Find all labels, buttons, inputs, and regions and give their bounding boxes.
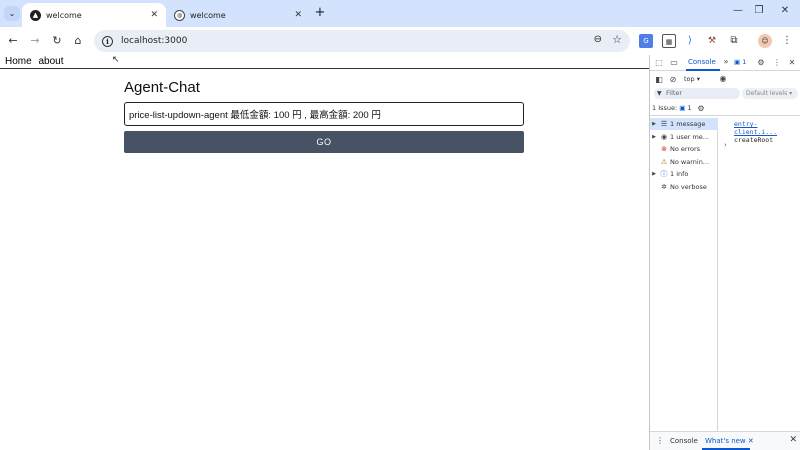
tab-active-indicator	[686, 69, 720, 71]
sidebar-item-label: 1 info	[670, 170, 689, 179]
vscode-extension-icon[interactable]: ⟩	[683, 34, 697, 48]
expand-triangle-icon: ▶	[652, 171, 656, 178]
close-window-icon[interactable]: ✕	[775, 5, 795, 16]
minimize-icon[interactable]: —	[728, 5, 748, 16]
sidebar-item-label: 1 user me...	[670, 132, 709, 141]
bug-icon: ✲	[661, 183, 667, 191]
devtools-drawer: ⋮ Console What's new ✕ ✕	[650, 431, 800, 450]
tab-welcome-active[interactable]: ▲ welcome ✕	[22, 3, 166, 27]
sidebar-item[interactable]: ✲ No verbose	[650, 181, 718, 193]
tab-title: welcome	[190, 10, 226, 20]
console-sidebar: ▶ ☰ 1 message ▶ ◉ 1 user me... ⊗ No errors ⚠ No w…	[650, 118, 718, 433]
issue-message-icon: ▣	[679, 104, 686, 112]
home-icon[interactable]: ⌂	[70, 33, 86, 49]
issues-badge-count: 1	[742, 58, 747, 66]
sidebar-item[interactable]: ⚠ No warnin...	[650, 156, 718, 168]
device-toolbar-icon[interactable]: ▭	[669, 58, 679, 67]
sidebar-item-label: No verbose	[670, 183, 707, 191]
browser-toolbar: ← → ↻ ⌂ i localhost:3000 ⊖ ☆ G ▦ ⟩ ⚒ ⧉ ☺…	[0, 27, 800, 55]
tab-title: welcome	[46, 10, 82, 20]
go-button[interactable]: GO	[124, 131, 524, 153]
extensions-puzzle-icon[interactable]: ⧉	[727, 34, 741, 48]
error-icon: ⊗	[661, 145, 667, 154]
message-icon: ▣	[734, 58, 741, 66]
agent-command-input[interactable]	[124, 102, 524, 126]
devtools-panel: ⬚ ▭ Console » ▣ 1 ⚙ ⋮ ✕ ◧ ⊘ top ▾ ◉ ▼ Fi…	[649, 55, 800, 450]
sidebar-item-label: No warnin...	[670, 157, 710, 166]
inspect-element-icon[interactable]: ⬚	[654, 58, 664, 67]
nav-link-about[interactable]: about	[38, 56, 63, 67]
drawer-menu-icon[interactable]: ⋮	[656, 436, 664, 445]
reload-icon[interactable]: ↻	[49, 33, 65, 49]
context-select[interactable]: top ▾	[684, 75, 700, 83]
bookmark-star-icon[interactable]: ☆	[612, 33, 622, 46]
devtools-menu-icon[interactable]: ⋮	[772, 58, 782, 67]
tab-welcome-inactive[interactable]: ◍ welcome ✕	[166, 3, 310, 27]
drawer-tab-console[interactable]: Console	[670, 437, 698, 445]
sidebar-item[interactable]: ▶ ◉ 1 user me...	[650, 131, 718, 143]
tab-strip: ⌄ ▲ welcome ✕ ◍ welcome ✕ + — ❐ ✕	[0, 0, 800, 27]
tab-console[interactable]: Console	[688, 58, 716, 66]
expand-arrow-icon[interactable]: ›	[724, 141, 727, 149]
console-toolbar: ◧ ⊘ top ▾ ◉	[650, 72, 800, 87]
settings-gear-icon[interactable]: ⚙	[756, 58, 766, 67]
console-filter-input[interactable]: ▼ Filter	[654, 88, 740, 99]
sidebar-item-label: 1 message	[670, 120, 706, 128]
tab-close-icon[interactable]: ✕	[294, 10, 302, 20]
console-message: createRoot	[734, 136, 774, 144]
more-tabs-icon[interactable]: »	[721, 57, 731, 66]
tab-search-button[interactable]: ⌄	[4, 6, 20, 21]
issues-bar: 1 Issue: ▣ 1 ⚙	[650, 100, 800, 116]
console-output: entry-client.i... createRoot	[734, 120, 800, 144]
browser-menu-icon[interactable]: ⋮	[780, 34, 794, 48]
issues-badge[interactable]: ▣ 1	[734, 58, 746, 66]
page-viewport: Home about ↖ Agent-Chat GO	[0, 55, 649, 450]
forward-icon[interactable]: →	[27, 33, 43, 49]
console-source-link[interactable]: entry-client.i...	[734, 120, 800, 136]
live-expression-eye-icon[interactable]: ◉	[718, 74, 728, 83]
filter-placeholder: Filter	[666, 89, 683, 97]
sidebar-item[interactable]: ▶ ⓘ 1 info	[650, 168, 718, 180]
zoom-icon[interactable]: ⊖	[594, 34, 602, 45]
site-info-icon[interactable]: i	[102, 35, 113, 47]
nav-link-home[interactable]: Home	[5, 56, 32, 67]
address-bar[interactable]: i localhost:3000 ⊖ ☆	[94, 30, 630, 52]
new-tab-button[interactable]: +	[313, 5, 327, 21]
drawer-tab-whats-new[interactable]: What's new ✕	[705, 437, 754, 445]
issues-summary[interactable]: 1 Issue: ▣ 1	[652, 104, 692, 112]
sidebar-item-label: No errors	[670, 145, 701, 154]
tab-close-icon[interactable]: ✕	[150, 10, 158, 20]
issues-count: 1	[687, 104, 692, 112]
sidebar-toggle-icon[interactable]: ◧	[654, 75, 664, 84]
restore-icon[interactable]: ❐	[749, 5, 769, 16]
tool-extension-icon[interactable]: ⚒	[705, 34, 719, 48]
app-favicon-icon: ▲	[30, 9, 41, 21]
devtools-close-icon[interactable]: ✕	[787, 58, 797, 67]
translate-extension-icon[interactable]: G	[639, 34, 653, 48]
sidebar-item[interactable]: ▶ ☰ 1 message	[650, 118, 718, 130]
profile-avatar-icon[interactable]: ☺	[758, 34, 772, 48]
globe-favicon-icon: ◍	[174, 9, 185, 21]
url-text[interactable]: localhost:3000	[121, 36, 187, 46]
info-icon: ⓘ	[660, 170, 668, 179]
issues-label: 1 Issue:	[652, 104, 678, 112]
clear-console-icon[interactable]: ⊘	[668, 75, 678, 84]
back-icon[interactable]: ←	[5, 33, 21, 49]
user-icon: ◉	[660, 132, 668, 141]
mouse-cursor-icon: ↖	[112, 55, 120, 65]
expand-triangle-icon: ▶	[652, 121, 656, 127]
log-levels-dropdown[interactable]: Default levels ▾	[742, 88, 798, 99]
list-icon: ☰	[660, 120, 668, 128]
expand-triangle-icon: ▶	[652, 133, 656, 140]
devtools-tab-bar: ⬚ ▭ Console » ▣ 1 ⚙ ⋮ ✕	[650, 55, 800, 71]
console-filter-bar: ▼ Filter Default levels ▾	[650, 87, 800, 100]
page-title: Agent-Chat	[124, 79, 200, 96]
warning-icon: ⚠	[660, 157, 668, 166]
filter-icon: ▼	[657, 90, 662, 97]
console-settings-gear-icon[interactable]: ⚙	[696, 104, 706, 113]
sidebar-item[interactable]: ⊗ No errors	[650, 143, 718, 155]
qr-extension-icon[interactable]: ▦	[662, 34, 676, 48]
top-navigation: Home about	[0, 55, 649, 69]
drawer-close-icon[interactable]: ✕	[789, 435, 797, 445]
